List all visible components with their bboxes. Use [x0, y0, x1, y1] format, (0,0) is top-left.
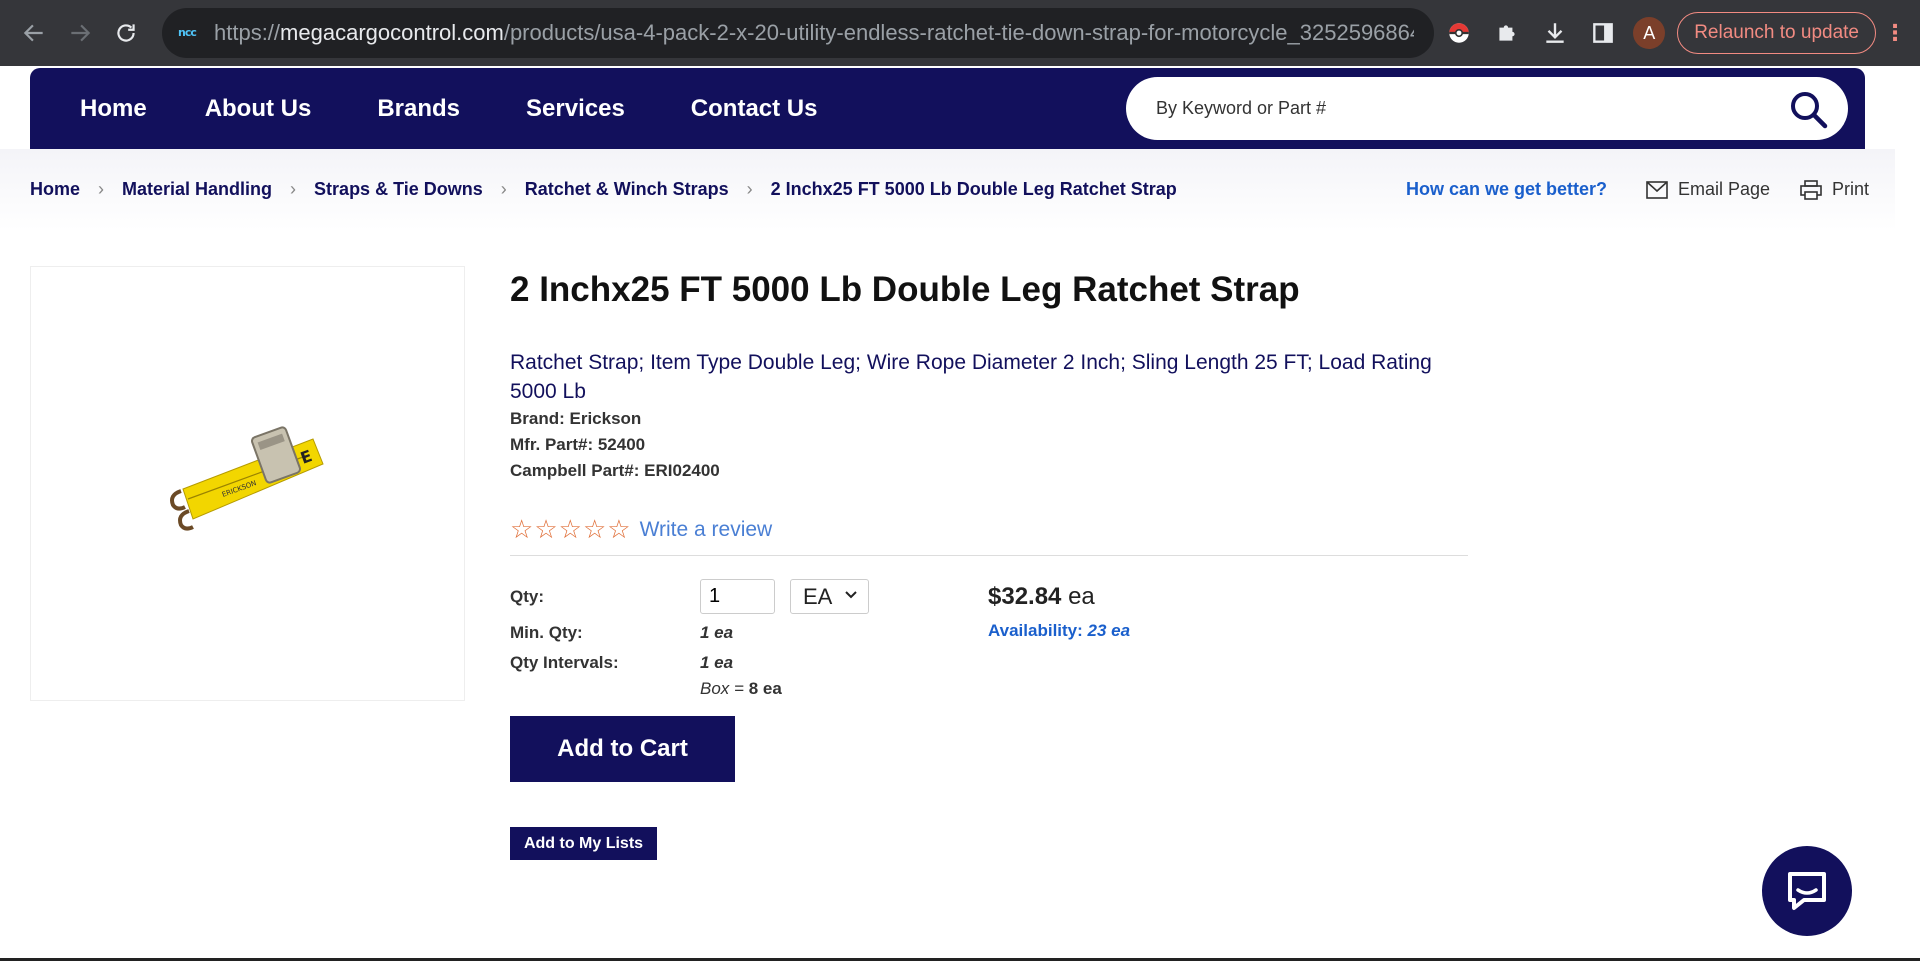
site-favicon-icon: ncc — [178, 26, 197, 39]
breadcrumb-material-handling[interactable]: Material Handling — [122, 179, 272, 200]
breadcrumb-ratchet-winch-straps[interactable]: Ratchet & Winch Straps — [525, 179, 729, 200]
breadcrumb: Home › Material Handling › Straps & Tie … — [30, 179, 1177, 200]
chevron-right-icon: › — [500, 179, 507, 199]
envelope-icon — [1646, 180, 1668, 199]
chevron-down-icon — [845, 591, 857, 599]
divider — [510, 555, 1468, 556]
nav-home[interactable]: Home — [80, 95, 147, 123]
box-quantity: Box = 8 ea — [700, 679, 782, 698]
min-qty-label: Min. Qty: — [510, 623, 583, 642]
min-qty-value: 1 ea — [700, 623, 734, 642]
chevron-right-icon: › — [98, 179, 105, 199]
breadcrumb-home[interactable]: Home — [30, 179, 80, 200]
chevron-right-icon: › — [290, 179, 297, 199]
qty-label: Qty: — [510, 587, 544, 606]
printer-icon — [1800, 179, 1822, 200]
product-title: 2 Inchx25 FT 5000 Lb Double Leg Ratchet … — [510, 270, 1300, 309]
chat-bubble-icon — [1788, 872, 1826, 910]
profile-avatar[interactable]: A — [1633, 17, 1666, 49]
search-icon[interactable] — [1788, 89, 1828, 129]
email-page-link[interactable]: Email Page — [1646, 179, 1770, 200]
qty-intervals-label: Qty Intervals: — [510, 653, 619, 672]
quantity-input[interactable] — [700, 579, 775, 614]
add-to-my-lists-button[interactable]: Add to My Lists — [510, 827, 657, 860]
nav-about-us[interactable]: About Us — [205, 95, 312, 123]
product-brand: Brand: Erickson — [510, 409, 642, 428]
star-outline-icon[interactable]: ☆ — [510, 514, 533, 545]
availability: Availability: 23 ea — [988, 621, 1131, 640]
product-price: $32.84 ea — [988, 583, 1095, 610]
site-header-nav: Home About Us Brands Services Contact Us — [30, 68, 1865, 149]
breadcrumb-straps-tie-downs[interactable]: Straps & Tie Downs — [314, 179, 483, 200]
star-outline-icon[interactable]: ☆ — [559, 514, 582, 545]
search-box — [1126, 77, 1848, 140]
add-to-cart-button[interactable]: Add to Cart — [510, 716, 735, 782]
address-bar[interactable]: ncc https://megacargocontrol.com/product… — [162, 8, 1434, 58]
star-outline-icon[interactable]: ☆ — [534, 514, 557, 545]
write-review-link[interactable]: Write a review — [640, 518, 773, 542]
print-link[interactable]: Print — [1800, 179, 1869, 200]
product-description: Ratchet Strap; Item Type Double Leg; Wir… — [510, 351, 1432, 403]
star-outline-icon[interactable]: ☆ — [607, 514, 630, 545]
product-image[interactable]: ERICKSON E — [30, 266, 465, 701]
side-panel-icon[interactable] — [1583, 13, 1623, 53]
chevron-right-icon: › — [746, 179, 753, 199]
reload-icon[interactable] — [106, 13, 146, 53]
ratchet-strap-image: ERICKSON E — [169, 425, 324, 531]
forward-arrow-icon[interactable] — [60, 13, 100, 53]
breadcrumb-current: 2 Inchx25 FT 5000 Lb Double Leg Ratchet … — [770, 179, 1177, 199]
nav-brands[interactable]: Brands — [377, 95, 460, 123]
unit-of-measure-select[interactable]: EA — [790, 579, 869, 614]
breadcrumb-band: Home › Material Handling › Straps & Tie … — [0, 149, 1895, 231]
product-mfr-part: Mfr. Part#: 52400 — [510, 435, 646, 454]
back-arrow-icon[interactable] — [14, 13, 54, 53]
search-input[interactable] — [1156, 98, 1756, 119]
feedback-link[interactable]: How can we get better? — [1406, 179, 1607, 200]
nav-services[interactable]: Services — [526, 95, 625, 123]
extensions-puzzle-icon[interactable] — [1487, 13, 1527, 53]
nav-contact-us[interactable]: Contact Us — [691, 95, 818, 123]
star-rating[interactable]: ☆ ☆ ☆ ☆ ☆ Write a review — [510, 514, 772, 545]
chat-widget-button[interactable] — [1762, 846, 1852, 936]
star-outline-icon[interactable]: ☆ — [583, 514, 606, 545]
pokeball-extension-icon[interactable] — [1439, 13, 1479, 53]
relaunch-button[interactable]: Relaunch to update — [1677, 12, 1876, 54]
product-campbell-part: Campbell Part#: ERI02400 — [510, 461, 720, 480]
qty-intervals-value: 1 ea — [700, 653, 734, 672]
download-icon[interactable] — [1535, 13, 1575, 53]
more-menu-icon[interactable]: ⋮ — [1884, 20, 1906, 46]
browser-toolbar: ncc https://megacargocontrol.com/product… — [0, 0, 1920, 66]
url-text[interactable]: https://megacargocontrol.com/products/us… — [214, 20, 1414, 46]
